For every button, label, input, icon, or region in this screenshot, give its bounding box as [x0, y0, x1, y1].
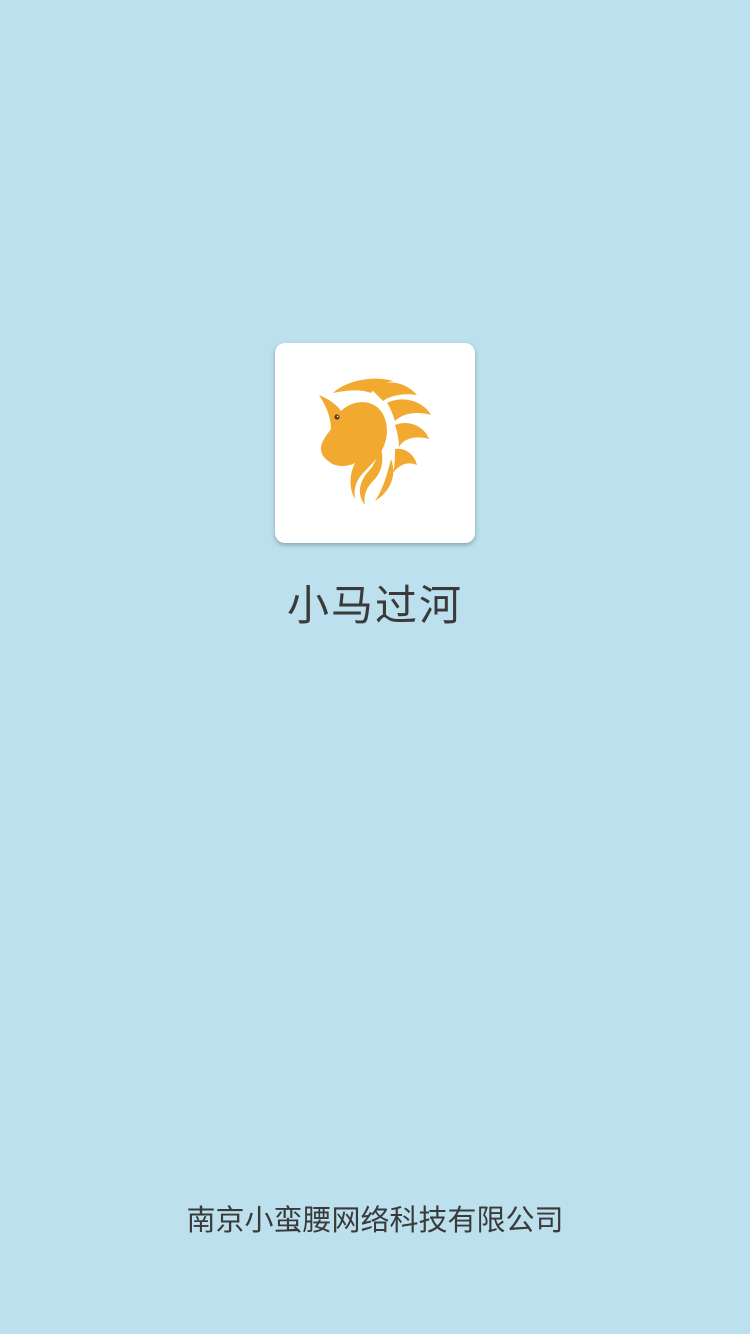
- app-name: 小马过河: [286, 581, 463, 630]
- horse-head-icon: [319, 378, 431, 505]
- app-logo-card: [275, 343, 475, 543]
- splash-screen: 小马过河 南京小蛮腰网络科技有限公司: [0, 0, 750, 1334]
- company-name: 南京小蛮腰网络科技有限公司: [186, 1203, 564, 1237]
